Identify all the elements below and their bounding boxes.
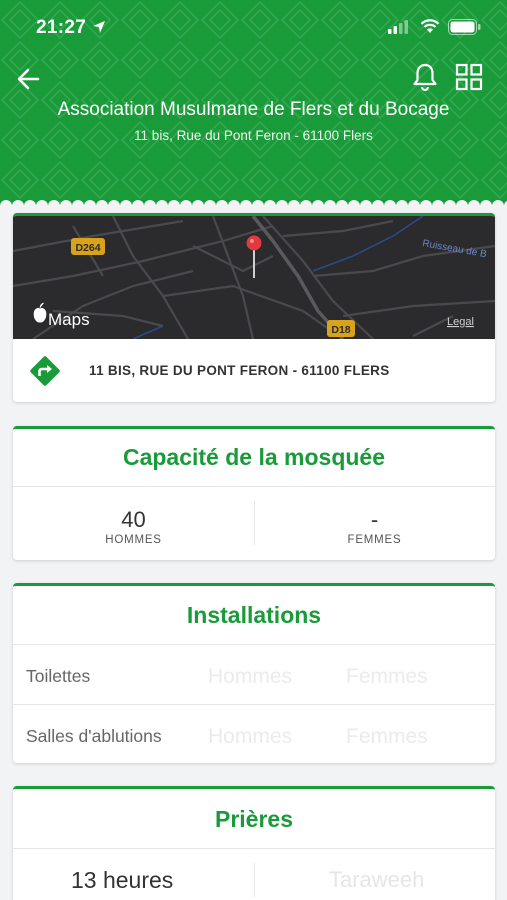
map-card: D264 D18 Ruisseau de B Maps Legal 11 BIS…: [13, 213, 495, 402]
prayers-title: Prières: [214, 806, 293, 832]
capacity-divider: [13, 486, 495, 487]
header: 21:27 Association Musulmane de Flers et …: [0, 0, 507, 205]
facilities-divider: [13, 644, 495, 645]
prayers-column-divider: [254, 863, 255, 897]
status-time: 21:27: [36, 17, 87, 38]
cellular-signal-icon: [388, 20, 408, 34]
location-arrow-icon: [93, 21, 105, 33]
directions-row[interactable]: 11 BIS, RUE DU PONT FERON - 61100 FLERS: [13, 339, 495, 402]
ablutions-label: Salles d'ablutions: [26, 726, 162, 746]
road-label-d18: D18: [331, 324, 350, 336]
header-scallop-edge: [0, 194, 507, 205]
men-capacity-value: 40: [121, 507, 146, 532]
capacity-title: Capacité de la mosquée: [122, 444, 386, 470]
battery-icon: [448, 19, 481, 35]
facilities-row-divider: [13, 704, 495, 705]
directions-icon: [30, 356, 60, 386]
facilities-title: Installations: [186, 602, 322, 628]
mosque-title: Association Musulmane de Flers et du Boc…: [57, 99, 450, 120]
taraweeh-option: Taraweeh: [329, 867, 425, 892]
maps-brand: Maps: [48, 310, 90, 329]
toilets-label: Toilettes: [26, 666, 91, 686]
bell-icon[interactable]: [411, 62, 439, 92]
prayers-divider: [13, 848, 495, 849]
grid-icon[interactable]: [455, 63, 483, 91]
back-arrow-icon[interactable]: [14, 64, 44, 94]
women-capacity-label: FEMMES: [347, 534, 402, 546]
map-pin-icon: [246, 235, 262, 251]
wifi-icon: [420, 19, 440, 33]
prayers-card: Prières 13 heures Taraweeh: [13, 786, 495, 900]
women-capacity-value: -: [370, 507, 379, 532]
facilities-card: Installations Toilettes Hommes Femmes Sa…: [13, 583, 495, 763]
mosque-address-subtitle: 11 bis, Rue du Pont Feron - 61100 Flers: [134, 128, 373, 143]
ablutions-men-option: Hommes: [208, 725, 293, 748]
map-legal-link: Legal: [447, 316, 474, 328]
map-view[interactable]: D264 D18 Ruisseau de B Maps Legal: [13, 216, 495, 339]
prayer-hours-value: 13 heures: [71, 867, 174, 893]
apple-logo-icon: [33, 302, 47, 323]
men-capacity-label: HOMMES: [105, 534, 162, 546]
directions-address: 11 BIS, RUE DU PONT FERON - 61100 FLERS: [89, 363, 390, 378]
toilets-men-option: Hommes: [208, 665, 293, 688]
road-label-d264: D264: [75, 242, 100, 254]
status-bar: 21:27: [0, 14, 507, 44]
water-label: Ruisseau de B: [421, 238, 487, 260]
capacity-card: Capacité de la mosquée 40 HOMMES - FEMME…: [13, 426, 495, 560]
toilets-women-option: Femmes: [346, 665, 428, 688]
ablutions-women-option: Femmes: [346, 725, 428, 748]
